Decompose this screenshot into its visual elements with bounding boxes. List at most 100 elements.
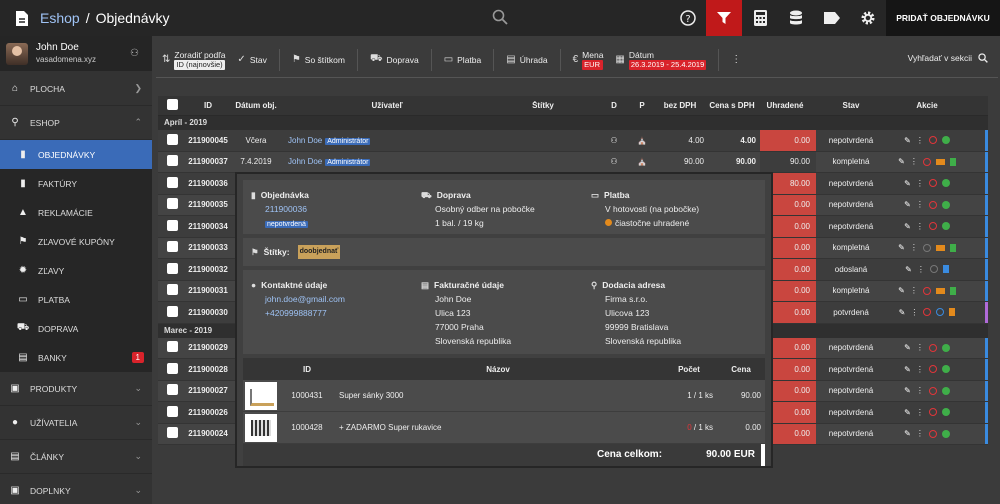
sidebar-item-faktury[interactable]: ▮ FAKTÚRY [0,169,152,198]
sort-control[interactable]: ⇅ Zoradiť podľa ID (najnovšie) [162,50,226,70]
more-options-icon[interactable]: ⋮ [916,136,924,145]
row-checkbox[interactable] [166,284,178,296]
more-options-icon[interactable]: ⋮ [917,265,925,274]
row-checkbox[interactable] [166,341,178,353]
email-link[interactable]: john.doe@gmail.com [251,292,345,306]
invoice-icon[interactable] [949,157,956,166]
order-id[interactable]: 211900032 [186,265,230,274]
add-icon[interactable] [941,429,950,438]
tag-icon[interactable] [814,0,850,36]
edit-icon[interactable]: ✎ [904,136,911,145]
order-id[interactable]: 211900027 [186,386,230,395]
refresh-icon[interactable] [936,308,945,317]
breadcrumb-eshop[interactable]: Eshop [40,10,80,26]
more-options-icon[interactable]: ⋮ [916,200,924,209]
sidebar-item-zlavove-kupony[interactable]: ⚑ ZĽAVOVÉ KUPÓNY [0,227,152,256]
add-icon[interactable] [941,200,950,209]
row-checkbox[interactable] [166,133,178,145]
order-id[interactable]: 211900028 [186,365,230,374]
cancel-icon[interactable] [928,386,937,395]
cancel-icon[interactable] [928,200,937,209]
edit-icon[interactable]: ✎ [904,222,911,231]
row-checkbox[interactable] [166,262,178,274]
row-checkbox[interactable] [166,305,178,317]
order-id[interactable]: 211900031 [186,286,230,295]
more-options-icon[interactable]: ⋮ [910,286,918,295]
edit-icon[interactable]: ✎ [904,200,911,209]
user-panel[interactable]: John Doe vasadomena.xyz ⚇ [0,36,152,72]
invoice-icon[interactable] [949,308,956,317]
row-checkbox[interactable] [166,405,178,417]
edit-icon[interactable]: ✎ [898,243,905,252]
row-checkbox[interactable] [166,241,178,253]
label-filter[interactable]: ⚑ So štítkom [292,54,345,65]
row-checkbox[interactable] [166,384,178,396]
add-icon[interactable] [941,365,950,374]
truck-icon[interactable] [935,287,945,294]
more-options-icon[interactable]: ⋮ [731,54,741,65]
more-options-icon[interactable]: ⋮ [910,157,918,166]
invoice-icon[interactable] [949,243,956,252]
sidebar-item-reklamacie[interactable]: ▲ REKLAMÁCIE [0,198,152,227]
table-row[interactable]: 211900045 Včera John Doe Administrátor ⚇ ⛪ 4.0… [158,130,988,152]
cancel-icon[interactable] [922,243,931,252]
edit-icon[interactable]: ✎ [899,308,906,317]
edit-icon[interactable]: ✎ [898,286,905,295]
more-options-icon[interactable]: ⋮ [916,222,924,231]
search-icon[interactable] [492,9,508,25]
cancel-icon[interactable] [922,286,931,295]
gear-icon[interactable] [850,0,886,36]
more-options-icon[interactable]: ⋮ [910,308,918,317]
edit-icon[interactable]: ✎ [904,408,911,417]
cancel-icon[interactable] [928,429,937,438]
row-checkbox[interactable] [166,219,178,231]
col-gross[interactable]: Cena s DPH [708,101,760,110]
order-id[interactable]: 211900026 [186,408,230,417]
sidebar-item-eshop[interactable]: ⚲ ESHOP ⌃ [0,106,152,140]
more-options-icon[interactable]: ⋮ [916,386,924,395]
sidebar-item-produkty[interactable]: ▣ PRODUKTY ⌄ [0,372,152,406]
row-checkbox[interactable] [166,155,178,167]
col-status[interactable]: Stav [816,101,886,110]
table-row[interactable]: 211900037 7.4.2019 John Doe Administrátor ⚇ ⛪… [158,151,988,173]
invoice-icon[interactable] [942,265,949,274]
users-icon[interactable]: ⚇ [130,48,139,59]
sidebar-item-zlavy[interactable]: ✹ ZĽAVY [0,256,152,285]
cancel-icon[interactable] [929,265,938,274]
more-options-icon[interactable]: ⋮ [916,408,924,417]
phone-link[interactable]: +420999888777 [251,306,345,320]
cancel-icon[interactable] [928,179,937,188]
cancel-icon[interactable] [928,408,937,417]
item-row[interactable]: 1000428 + ZADARMO Super rukavice 0 / 1 k… [243,412,765,444]
add-icon[interactable] [941,222,950,231]
col-id[interactable]: ID [186,101,230,110]
col-net[interactable]: bez DPH [656,101,708,110]
sidebar-item-clanky[interactable]: ▤ ČLÁNKY ⌄ [0,440,152,474]
add-icon[interactable] [941,179,950,188]
order-id[interactable]: 211900045 [186,136,230,145]
edit-icon[interactable]: ✎ [898,157,905,166]
row-checkbox[interactable] [166,176,178,188]
sidebar-item-platba[interactable]: ▭ PLATBA [0,285,152,314]
edit-icon[interactable]: ✎ [904,429,911,438]
status-filter[interactable]: ✓ Stav [237,54,266,65]
add-icon[interactable] [941,386,950,395]
select-all-checkbox[interactable] [166,99,178,110]
help-icon[interactable]: ? [670,0,706,36]
edit-icon[interactable]: ✎ [905,265,912,274]
item-row[interactable]: 1000431 Super sánky 3000 1 / 1 ks 90.00 [243,380,765,412]
more-options-icon[interactable]: ⋮ [916,343,924,352]
order-id[interactable]: 211900035 [186,200,230,209]
order-id[interactable]: 211900033 [186,243,230,252]
user-link[interactable]: John Doe [288,157,322,166]
payment-filter[interactable]: ▭ Platba [444,54,482,65]
row-checkbox[interactable] [166,427,178,439]
edit-icon[interactable]: ✎ [904,179,911,188]
row-checkbox[interactable] [166,362,178,374]
row-checkbox[interactable] [166,198,178,210]
col-paid[interactable]: Uhradené [760,101,816,110]
col-labels[interactable]: Štítky [486,101,600,110]
cancel-icon[interactable] [922,157,931,166]
shipping-filter[interactable]: ⛟ Doprava [370,53,419,66]
sidebar-item-objednavky[interactable]: ▮ OBJEDNÁVKY [0,140,152,169]
